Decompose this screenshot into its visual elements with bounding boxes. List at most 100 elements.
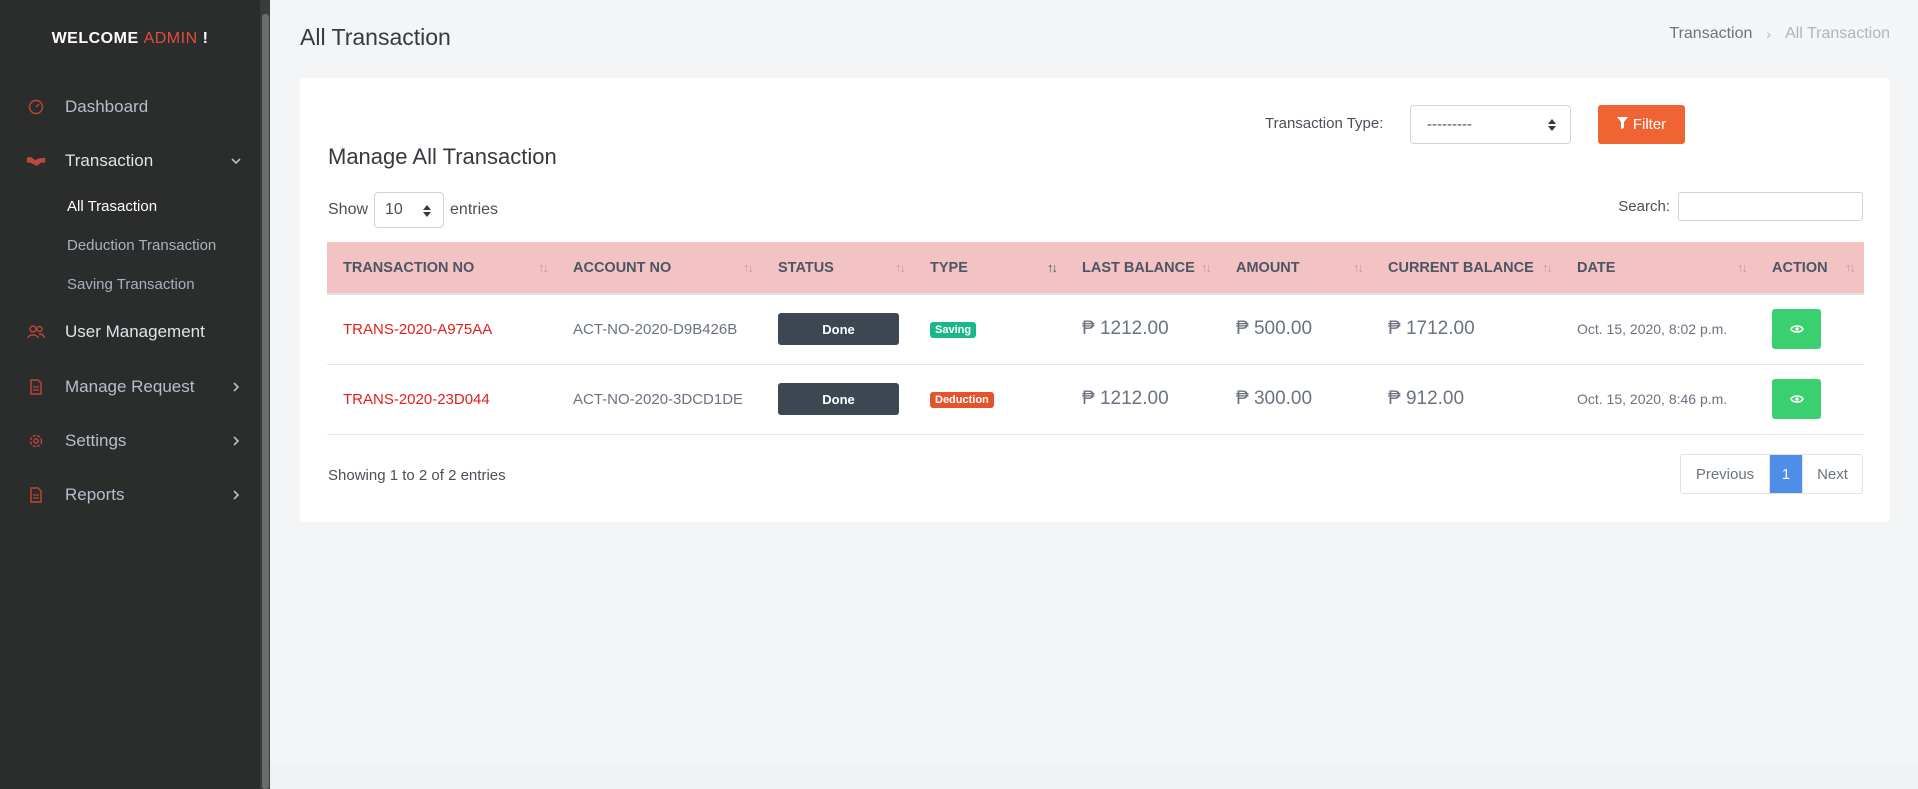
current-balance-cell: ₱ 912.00	[1388, 388, 1465, 409]
sidebar-subitem-saving-transaction[interactable]: Saving Transaction	[67, 276, 195, 293]
page-title: All Transaction	[300, 24, 451, 50]
breadcrumb: Transaction › All Transaction	[1669, 25, 1890, 43]
footer	[270, 765, 1918, 789]
filter-button[interactable]: Filter	[1598, 105, 1685, 144]
speedometer-icon	[26, 97, 46, 117]
type-badge: Saving	[930, 322, 977, 339]
type-cell: Deduction	[914, 364, 1066, 434]
breadcrumb-separator-icon: ›	[1766, 26, 1772, 42]
gear-icon	[26, 431, 46, 451]
chevron-right-icon	[230, 489, 242, 501]
page-1-button[interactable]: 1	[1770, 455, 1802, 493]
sidebar-item-transaction[interactable]: Transaction	[0, 146, 260, 176]
page-length-control: Show 10 entries	[328, 192, 498, 228]
table-header-row: TRANSACTION NO ↑↓ ACCOUNT NO ↑↓ STATUS ↑↓ T…	[327, 242, 1864, 295]
welcome-text: WELCOME ADMIN !	[0, 30, 260, 48]
sort-icon: ↑↓	[743, 260, 754, 275]
welcome-user: ADMIN	[143, 30, 198, 47]
breadcrumb-item-current: All Transaction	[1785, 25, 1890, 42]
sidebar-subitem-deduction-transaction[interactable]: Deduction Transaction	[67, 237, 216, 254]
column-header-status[interactable]: STATUS ↑↓	[762, 242, 914, 295]
view-button[interactable]	[1772, 379, 1821, 419]
users-icon	[26, 322, 46, 342]
column-header-action[interactable]: ACTION ↑↓	[1756, 242, 1864, 295]
account-no-cell: ACT-NO-2020-D9B426B	[573, 320, 738, 338]
status-cell: Done	[762, 294, 914, 364]
search-control: Search:	[1618, 192, 1863, 221]
file-icon	[26, 377, 46, 397]
sort-icon: ↑↓	[1737, 260, 1748, 275]
sidebar-item-label: Settings	[65, 431, 127, 450]
amount-cell: ₱ 300.00	[1236, 388, 1313, 409]
sidebar-item-label: Dashboard	[65, 97, 149, 116]
entries-label: entries	[450, 201, 499, 218]
card-title: Manage All Transaction	[328, 144, 557, 169]
column-header-amount[interactable]: AMOUNT ↑↓	[1220, 242, 1372, 295]
pagination-info: Showing 1 to 2 of 2 entries	[328, 467, 506, 484]
transactions-table: TRANSACTION NO ↑↓ ACCOUNT NO ↑↓ STATUS ↑↓ T…	[327, 242, 1864, 435]
breadcrumb-item-transaction[interactable]: Transaction	[1669, 25, 1752, 43]
transaction-no-link[interactable]: TRANS-2020-23D044	[327, 364, 557, 434]
sidebar-item-label: Transaction	[65, 151, 154, 170]
date-cell: Oct. 15, 2020, 8:46 p.m.	[1577, 391, 1728, 407]
column-header-account-no[interactable]: ACCOUNT NO ↑↓	[557, 242, 762, 295]
chevron-right-icon	[230, 435, 242, 447]
sidebar-item-manage-request[interactable]: Manage Request	[0, 372, 260, 402]
filter-icon	[1616, 116, 1628, 133]
transaction-no-link[interactable]: TRANS-2020-A975AA	[327, 294, 557, 364]
table-row: TRANS-2020-23D044 ACT-NO-2020-3DCD1DE Do…	[327, 364, 1864, 434]
sidebar-item-label: Reports	[65, 485, 125, 504]
account-no-cell: ACT-NO-2020-3DCD1DE	[573, 390, 744, 408]
sort-icon: ↑↓	[1353, 260, 1364, 275]
column-header-date[interactable]: DATE ↑↓	[1561, 242, 1756, 295]
sidebar-subitem-all-transaction[interactable]: All Trasaction	[67, 198, 157, 215]
sidebar-item-reports[interactable]: Reports	[0, 480, 260, 510]
next-page-button[interactable]: Next	[1802, 455, 1862, 493]
type-badge: Deduction	[930, 392, 994, 408]
search-input[interactable]	[1678, 192, 1863, 221]
sort-desc-icon: ↑↓	[1047, 260, 1058, 275]
welcome-prefix: WELCOME	[51, 30, 139, 47]
page-length-select[interactable]: 10	[374, 192, 445, 228]
status-cell: Done	[762, 364, 914, 434]
show-label: Show	[328, 201, 369, 218]
transaction-type-label: Transaction Type:	[1265, 115, 1384, 132]
view-button[interactable]	[1772, 309, 1821, 350]
status-badge: Done	[778, 383, 899, 415]
select-arrows-icon	[1548, 118, 1556, 136]
page-length-value: 10	[385, 201, 403, 218]
sort-icon: ↑↓	[1542, 260, 1553, 275]
filter-button-label: Filter	[1632, 116, 1667, 133]
column-header-last-balance[interactable]: LAST BALANCE ↑↓	[1066, 242, 1220, 295]
sidebar-scrollbar-thumb[interactable]	[262, 14, 269, 789]
column-header-transaction-no[interactable]: TRANSACTION NO ↑↓	[327, 242, 557, 295]
column-header-type[interactable]: TYPE ↑↓	[914, 242, 1066, 295]
eye-icon	[1789, 395, 1804, 403]
handshake-icon	[26, 151, 46, 171]
transactions-card: Transaction Type: --------- Filter Manag…	[300, 78, 1890, 522]
column-header-current-balance[interactable]: CURRENT BALANCE ↑↓	[1372, 242, 1561, 295]
previous-page-button[interactable]: Previous	[1681, 455, 1770, 493]
transaction-type-select[interactable]: ---------	[1410, 105, 1571, 144]
last-balance-cell: ₱ 1212.00	[1082, 388, 1169, 409]
amount-cell: ₱ 500.00	[1236, 318, 1313, 340]
report-icon	[26, 485, 46, 505]
sidebar-item-label: User Management	[65, 322, 205, 341]
date-cell: Oct. 15, 2020, 8:02 p.m.	[1577, 321, 1728, 338]
eye-icon	[1789, 325, 1804, 333]
sort-icon: ↑↓	[895, 260, 906, 275]
sidebar: WELCOME ADMIN ! Dashboard Transaction Al…	[0, 0, 270, 789]
transaction-type-value: ---------	[1427, 116, 1472, 133]
status-badge: Done	[778, 313, 899, 346]
pagination: Previous 1 Next	[1680, 454, 1863, 494]
sidebar-item-settings[interactable]: Settings	[0, 426, 260, 456]
current-balance-cell: ₱ 1712.00	[1388, 318, 1475, 340]
sidebar-item-dashboard[interactable]: Dashboard	[0, 92, 260, 122]
sidebar-item-user-management[interactable]: User Management	[0, 317, 260, 347]
welcome-suffix: !	[202, 30, 209, 47]
sidebar-item-label: Manage Request	[65, 377, 195, 396]
action-cell	[1756, 294, 1864, 364]
search-label: Search:	[1618, 198, 1670, 215]
table-row: TRANS-2020-A975AA ACT-NO-2020-D9B426B Do…	[327, 294, 1864, 364]
sort-icon: ↑↓	[1845, 260, 1856, 275]
